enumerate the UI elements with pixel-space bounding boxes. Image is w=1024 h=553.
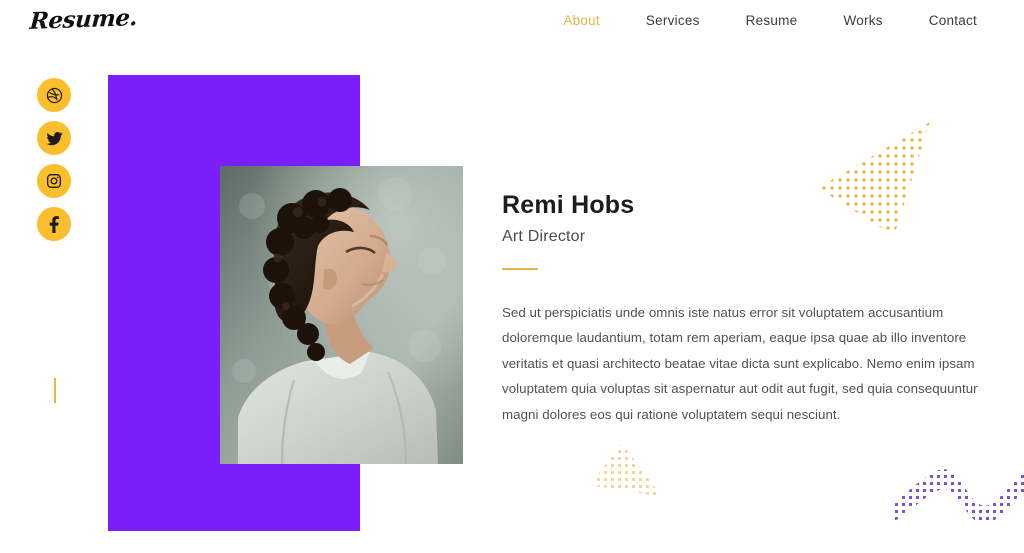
instagram-icon xyxy=(46,173,62,189)
nav-item-services[interactable]: Services xyxy=(623,13,723,28)
facebook-icon xyxy=(46,215,63,233)
resume-landing-page: Resume. About Services Resume Works Cont… xyxy=(0,0,1024,553)
social-link-twitter[interactable] xyxy=(37,121,71,155)
bio-description: Sed ut perspiciatis unde omnis iste natu… xyxy=(502,305,978,422)
nav-item-contact[interactable]: Contact xyxy=(906,13,1000,28)
nav-item-resume[interactable]: Resume xyxy=(723,13,821,28)
dribbble-icon xyxy=(46,87,63,104)
social-link-instagram[interactable] xyxy=(37,164,71,198)
bio-role: Art Director xyxy=(502,228,586,245)
nav-item-about[interactable]: About xyxy=(540,13,623,28)
nav-item-works[interactable]: Works xyxy=(820,13,905,28)
social-link-dribbble[interactable] xyxy=(37,78,71,112)
bio-name: Remi Hobs xyxy=(502,191,635,219)
bio-section: Remi Hobs Art Director Sed ut perspiciat… xyxy=(502,190,982,427)
twitter-icon xyxy=(46,130,63,147)
main-navigation: About Services Resume Works Contact xyxy=(540,13,1000,28)
dotted-wave-icon xyxy=(893,466,1024,526)
hero-portrait-photo xyxy=(220,166,463,464)
social-links-rail xyxy=(37,78,71,241)
site-header: Resume. About Services Resume Works Cont… xyxy=(0,0,1024,46)
social-link-facebook[interactable] xyxy=(37,207,71,241)
dotted-triangle-bottom-icon xyxy=(588,441,666,507)
rail-accent-line xyxy=(54,378,56,403)
bio-divider xyxy=(502,268,538,270)
site-logo[interactable]: Resume. xyxy=(29,4,138,35)
